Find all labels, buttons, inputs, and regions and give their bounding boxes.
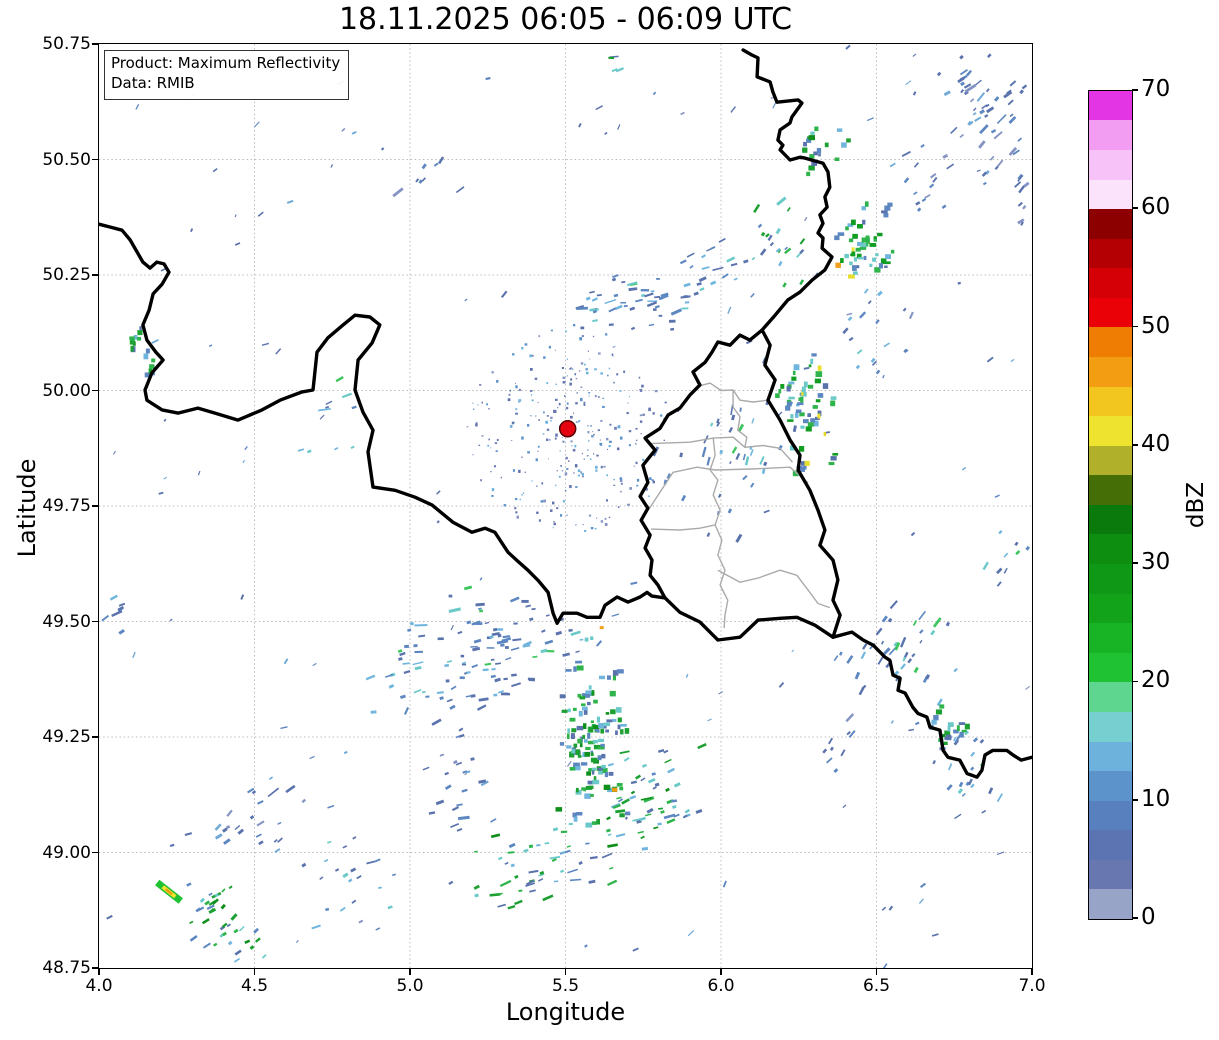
x-tick-label: 4.0 [85, 976, 113, 996]
colorbar-segment [1089, 357, 1132, 387]
x-tick-mark [1031, 969, 1033, 975]
colorbar-tick-label: 0 [1141, 904, 1156, 930]
markers [558, 420, 577, 438]
x-tick-mark [875, 969, 878, 975]
colorbar-segment [1089, 711, 1132, 742]
radar-site-marker [558, 420, 577, 438]
colorbar-tick-mark [1132, 680, 1138, 683]
admin-border [648, 466, 809, 509]
y-tick-mark [92, 274, 98, 276]
colorbar-tick-label: 20 [1141, 667, 1171, 694]
colorbar-segment [1089, 386, 1132, 417]
x-tick-mark [253, 969, 256, 975]
colorbar-segment [1089, 800, 1132, 831]
y-tick-label: 49.50 [42, 611, 91, 632]
y-tick-mark [92, 505, 98, 507]
colorbar-segment [1089, 475, 1132, 505]
colorbar-tick-label: 40 [1141, 430, 1171, 457]
colorbar-segment [1089, 327, 1132, 358]
colorbar-segment [1089, 120, 1132, 150]
colorbar-segment [1089, 504, 1132, 535]
y-tick-label: 48.75 [42, 958, 91, 978]
gridlines [99, 44, 1032, 968]
colorbar-segment [1089, 416, 1132, 446]
y-tick-label: 50.50 [42, 149, 91, 170]
colorbar-segment [1089, 268, 1132, 298]
admin-border [709, 438, 729, 629]
y-tick-mark [92, 43, 98, 45]
admin-border [717, 569, 831, 609]
y-tick-label: 50.25 [42, 265, 91, 285]
colorbar-segment [1089, 889, 1132, 919]
colorbar-segment [1089, 238, 1132, 269]
colorbar-segment [1089, 652, 1132, 683]
colorbar-tick-label: 10 [1141, 785, 1171, 812]
x-tick-mark [98, 969, 100, 975]
colorbar-segment [1089, 859, 1132, 890]
x-tick-mark [564, 969, 567, 975]
y-tick-mark [92, 620, 98, 623]
x-tick-mark [720, 969, 722, 975]
colorbar-segment [1089, 564, 1132, 594]
radar-figure: 18.11.2025 06:05 - 06:09 UTC Product: Ma… [0, 0, 1219, 1040]
colorbar-segment [1089, 297, 1132, 328]
x-tick-label: 5.0 [396, 976, 424, 996]
colorbar-segment [1089, 682, 1132, 712]
colorbar-tick-mark [1132, 444, 1138, 446]
colorbar-segment [1089, 771, 1132, 801]
y-tick-label: 49.00 [42, 842, 91, 863]
country-border [831, 630, 1032, 779]
radar-map-canvas [99, 44, 1032, 968]
data-source: Data: RMIB [111, 73, 195, 92]
x-tick-label: 6.5 [862, 976, 891, 996]
colorbar-tick-mark [1132, 89, 1138, 91]
colorbar-tick-label: 50 [1141, 312, 1171, 339]
x-tick-label: 6.0 [707, 976, 735, 996]
y-tick-label: 49.25 [42, 727, 91, 747]
y-tick-mark [92, 736, 98, 738]
x-axis-label: Longitude [505, 998, 626, 1026]
colorbar-tick-mark [1132, 325, 1138, 328]
colorbar-segment [1089, 90, 1132, 121]
x-tick-label: 7.0 [1018, 976, 1046, 996]
y-tick-label: 50.00 [42, 380, 91, 401]
country-border [741, 48, 834, 332]
colorbar-tick-mark [1132, 562, 1138, 564]
country-border [99, 222, 667, 625]
y-tick-label: 50.75 [42, 34, 91, 54]
x-tick-label: 5.5 [551, 976, 580, 996]
y-tick-mark [92, 851, 98, 854]
y-tick-label: 49.75 [42, 496, 91, 516]
figure-title: 18.11.2025 06:05 - 06:09 UTC [338, 2, 793, 37]
colorbar-tick-label: 70 [1141, 76, 1171, 102]
colorbar-segment [1089, 534, 1132, 565]
colorbar-segment [1089, 593, 1132, 624]
colorbar-segment [1089, 445, 1132, 476]
colorbar [1088, 90, 1133, 920]
colorbar-label: dBZ [1183, 481, 1209, 529]
y-tick-mark [92, 158, 98, 161]
colorbar-tick-label: 60 [1141, 194, 1171, 221]
colorbar-tick-label: 30 [1141, 549, 1171, 576]
product-name: Product: Maximum Reflectivity [111, 54, 341, 72]
colorbar-segment [1089, 179, 1132, 210]
x-tick-mark [409, 969, 411, 975]
y-tick-mark [92, 967, 98, 969]
colorbar-segment [1089, 209, 1132, 239]
colorbar-segment [1089, 623, 1132, 653]
map-plot-area: Product: Maximum Reflectivity Data: RMIB [98, 43, 1033, 969]
colorbar-tick-mark [1132, 798, 1138, 801]
colorbar-tick-mark [1132, 917, 1138, 919]
product-info-box: Product: Maximum Reflectivity Data: RMIB [104, 50, 350, 100]
colorbar-tick-mark [1132, 207, 1138, 210]
x-tick-label: 4.5 [240, 976, 269, 996]
colorbar-segment [1089, 830, 1132, 860]
admin-border [650, 524, 716, 531]
colorbar-segment [1089, 149, 1132, 180]
y-tick-mark [92, 389, 98, 392]
colorbar-segment [1089, 741, 1132, 772]
